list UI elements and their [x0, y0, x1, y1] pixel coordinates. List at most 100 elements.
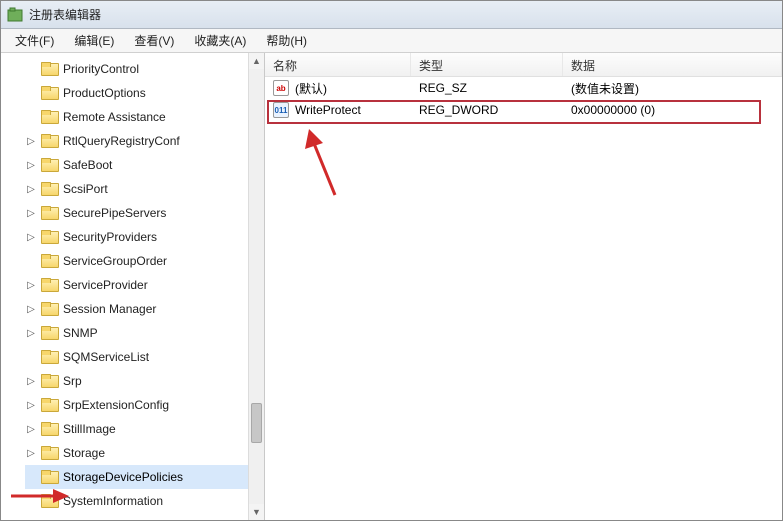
tree-item[interactable]: SQMServiceList: [25, 345, 264, 369]
tree-item[interactable]: ▷ SrpExtensionConfig: [25, 393, 264, 417]
expand-toggle: [25, 63, 37, 75]
expand-toggle[interactable]: ▷: [25, 135, 37, 147]
expand-toggle[interactable]: ▷: [25, 447, 37, 459]
tree-item[interactable]: ServiceGroupOrder: [25, 249, 264, 273]
tree-item[interactable]: ▷ Srp: [25, 369, 264, 393]
tree-item[interactable]: ▷ ScsiPort: [25, 177, 264, 201]
expand-toggle[interactable]: ▷: [25, 183, 37, 195]
tree-item-label: SystemInformation: [63, 494, 163, 508]
expand-toggle[interactable]: ▷: [25, 399, 37, 411]
tree-list[interactable]: PriorityControl ProductOptions Remote Assi…: [1, 53, 264, 517]
folder-icon: [41, 254, 57, 268]
scroll-down-button[interactable]: ▼: [249, 504, 264, 520]
list-body[interactable]: ab(默认)REG_SZ(数值未设置)011WriteProtectREG_DW…: [265, 77, 782, 520]
tree-item-label: StorageDevicePolicies: [63, 470, 183, 484]
menu-edit[interactable]: 编辑(E): [64, 29, 124, 52]
expand-toggle: [25, 351, 37, 363]
folder-icon: [41, 326, 57, 340]
regedit-window: 注册表编辑器 文件(F) 编辑(E) 查看(V) 收藏夹(A) 帮助(H) Pr…: [0, 0, 783, 521]
content-area: PriorityControl ProductOptions Remote Assi…: [1, 53, 782, 520]
folder-icon: [41, 278, 57, 292]
menu-favorites[interactable]: 收藏夹(A): [184, 29, 256, 52]
tree-item[interactable]: SystemInformation: [25, 489, 264, 513]
folder-icon: [41, 158, 57, 172]
tree-item[interactable]: PriorityControl: [25, 57, 264, 81]
folder-icon: [41, 302, 57, 316]
titlebar[interactable]: 注册表编辑器: [1, 1, 782, 29]
tree-item[interactable]: Remote Assistance: [25, 105, 264, 129]
tree-item-label: Session Manager: [63, 302, 156, 316]
tree-item-label: Remote Assistance: [63, 110, 166, 124]
folder-icon: [41, 422, 57, 436]
list-header: 名称 类型 数据: [265, 53, 782, 77]
scroll-thumb[interactable]: [251, 403, 262, 443]
tree-scrollbar[interactable]: ▲ ▼: [248, 53, 264, 520]
value-name-cell: ab(默认): [265, 80, 411, 97]
folder-icon: [41, 494, 57, 508]
column-header-data[interactable]: 数据: [563, 53, 782, 76]
value-type-cell: REG_SZ: [411, 81, 563, 95]
expand-toggle[interactable]: ▷: [25, 279, 37, 291]
tree-item-label: SQMServiceList: [63, 350, 149, 364]
tree-item[interactable]: ▷ SecurePipeServers: [25, 201, 264, 225]
tree-item[interactable]: ▷ SNMP: [25, 321, 264, 345]
app-icon: [7, 7, 23, 23]
value-name: (默认): [295, 80, 327, 97]
value-row[interactable]: ab(默认)REG_SZ(数值未设置): [265, 77, 782, 99]
value-data-cell: 0x00000000 (0): [563, 103, 782, 117]
folder-icon: [41, 86, 57, 100]
folder-icon: [41, 374, 57, 388]
expand-toggle: [25, 471, 37, 483]
expand-toggle[interactable]: ▷: [25, 375, 37, 387]
folder-icon: [41, 470, 57, 484]
expand-toggle[interactable]: ▷: [25, 231, 37, 243]
column-header-name[interactable]: 名称: [265, 53, 411, 76]
folder-icon: [41, 182, 57, 196]
folder-icon: [41, 206, 57, 220]
menu-view[interactable]: 查看(V): [124, 29, 184, 52]
tree-item-label: ScsiPort: [63, 182, 108, 196]
tree-item[interactable]: ▷SecurityProviders: [25, 225, 264, 249]
list-pane: 名称 类型 数据 ab(默认)REG_SZ(数值未设置)011WriteProt…: [265, 53, 782, 520]
value-type-cell: REG_DWORD: [411, 103, 563, 117]
menu-file[interactable]: 文件(F): [5, 29, 64, 52]
tree-item-label: SecurePipeServers: [63, 206, 166, 220]
scroll-up-button[interactable]: ▲: [249, 53, 264, 69]
column-header-type[interactable]: 类型: [411, 53, 563, 76]
expand-toggle[interactable]: ▷: [25, 327, 37, 339]
tree-item-label: ServiceProvider: [63, 278, 148, 292]
tree-item[interactable]: ▷ SafeBoot: [25, 153, 264, 177]
tree-item-label: RtlQueryRegistryConf: [63, 134, 180, 148]
tree-item-label: SrpExtensionConfig: [63, 398, 169, 412]
expand-toggle: [25, 495, 37, 507]
value-name: WriteProtect: [295, 103, 361, 117]
tree-item-label: ServiceGroupOrder: [63, 254, 167, 268]
folder-icon: [41, 350, 57, 364]
expand-toggle[interactable]: ▷: [25, 159, 37, 171]
value-row[interactable]: 011WriteProtectREG_DWORD0x00000000 (0): [265, 99, 782, 121]
expand-toggle[interactable]: ▷: [25, 207, 37, 219]
folder-icon: [41, 110, 57, 124]
expand-toggle[interactable]: ▷: [25, 423, 37, 435]
annotation-arrow-value: [295, 127, 345, 197]
value-data-cell: (数值未设置): [563, 80, 782, 97]
tree-item-label: PriorityControl: [63, 62, 139, 76]
tree-item-label: Srp: [63, 374, 82, 388]
tree-item-label: SafeBoot: [63, 158, 112, 172]
folder-icon: [41, 230, 57, 244]
tree-item[interactable]: ▷ ServiceProvider: [25, 273, 264, 297]
tree-item[interactable]: ▷Storage: [25, 441, 264, 465]
folder-icon: [41, 398, 57, 412]
window-title: 注册表编辑器: [29, 6, 101, 23]
tree-item[interactable]: StorageDevicePolicies: [25, 465, 264, 489]
tree-item[interactable]: ProductOptions: [25, 81, 264, 105]
tree-item-label: SNMP: [63, 326, 98, 340]
value-name-cell: 011WriteProtect: [265, 102, 411, 118]
menu-help[interactable]: 帮助(H): [256, 29, 317, 52]
expand-toggle[interactable]: ▷: [25, 303, 37, 315]
tree-item[interactable]: ▷ RtlQueryRegistryConf: [25, 129, 264, 153]
tree-item[interactable]: ▷ Session Manager: [25, 297, 264, 321]
tree-item[interactable]: ▷StillImage: [25, 417, 264, 441]
folder-icon: [41, 134, 57, 148]
tree-pane: PriorityControl ProductOptions Remote Assi…: [1, 53, 265, 520]
